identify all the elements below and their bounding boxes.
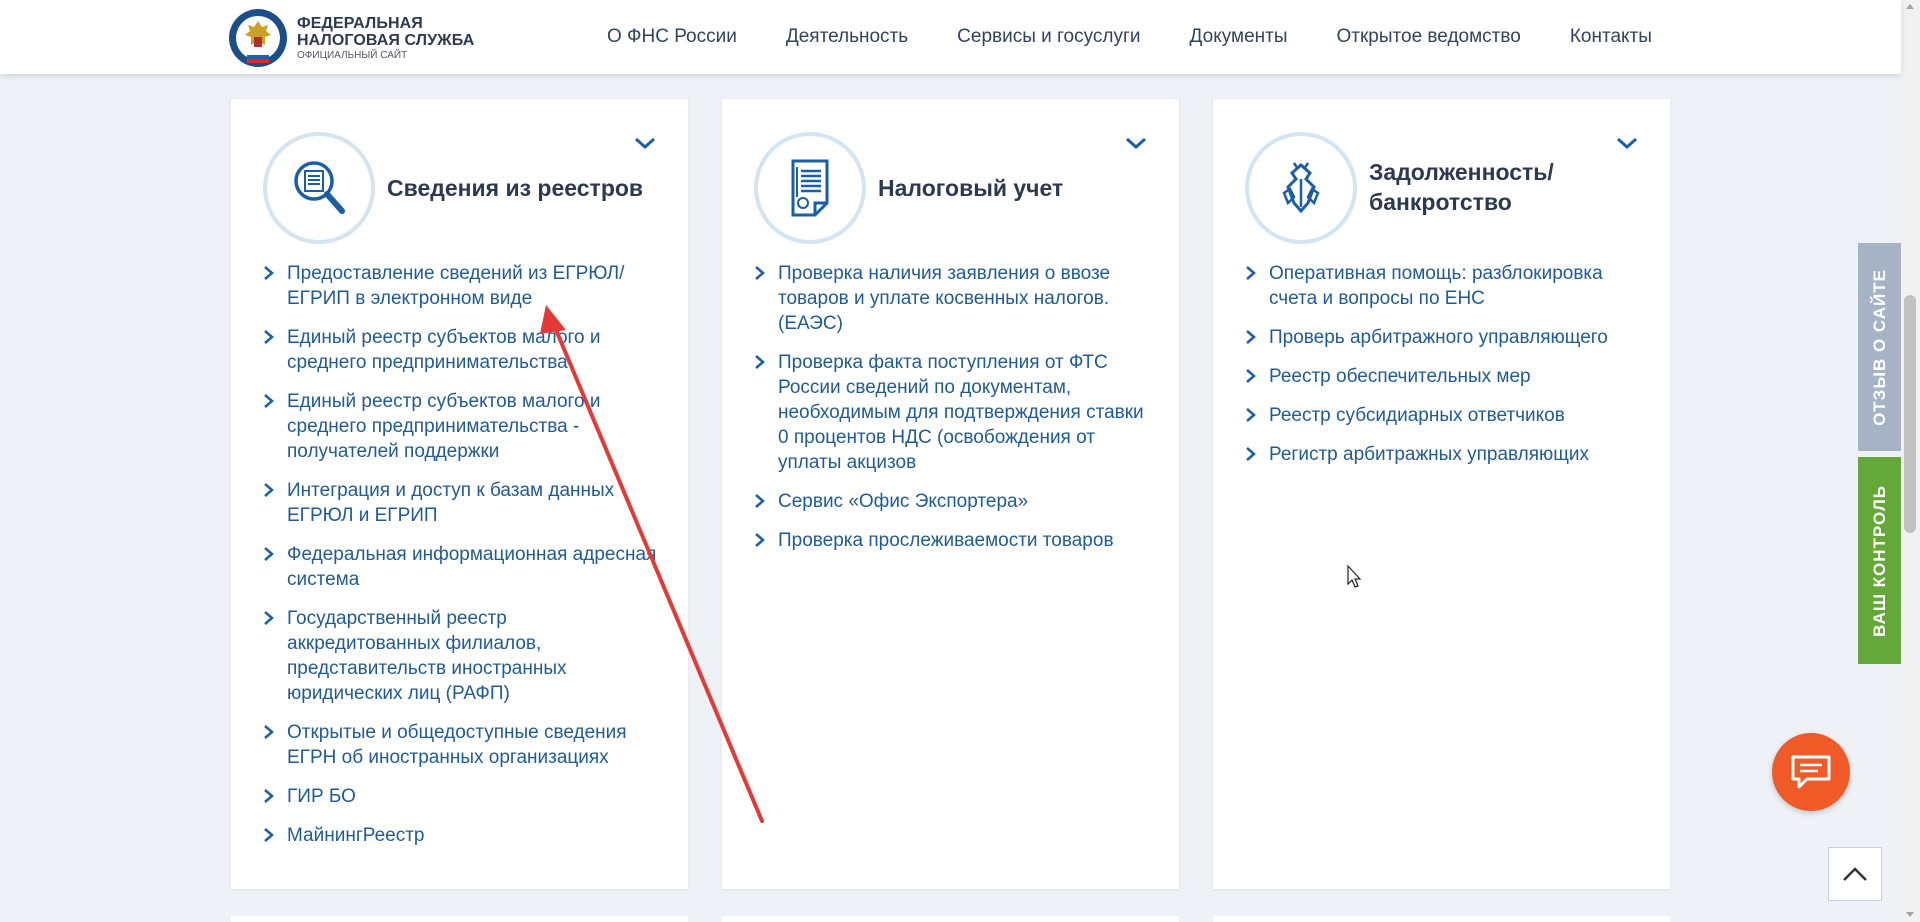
chevron-right-icon <box>1246 447 1256 461</box>
next-card-edge <box>1213 916 1670 922</box>
chevron-right-icon <box>264 266 274 280</box>
chevron-right-icon <box>264 483 274 497</box>
chevron-right-icon <box>755 266 765 280</box>
site-feedback-tab[interactable]: ОТЗЫВ О САЙТЕ <box>1858 243 1901 451</box>
logo-line-1: ФЕДЕРАЛЬНАЯ <box>297 15 423 32</box>
registry-search-icon <box>263 132 375 244</box>
link-rafp[interactable]: Государственный реестр аккредитованных ф… <box>263 606 663 706</box>
chevron-right-icon <box>755 355 765 369</box>
card-registry-info: Сведения из реестров Предоставление свед… <box>231 99 688 889</box>
link-mining-registry[interactable]: МайнингРеестр <box>263 823 663 848</box>
scrollbar-thumb[interactable] <box>1904 295 1916 533</box>
link-account-unblock[interactable]: Оперативная помощь: разблокировка счета … <box>1245 261 1645 311</box>
link-msp-registry[interactable]: Единый реестр субъектов малого и среднег… <box>263 325 663 375</box>
main-nav: О ФНС России Деятельность Сервисы и госу… <box>607 0 1652 74</box>
chevron-right-icon <box>264 394 274 408</box>
card-links: Проверка наличия заявления о ввозе товар… <box>754 261 1154 567</box>
card-title-line-1: Задолженность/ <box>1369 159 1554 185</box>
chevron-right-icon <box>264 789 274 803</box>
link-check-arbitration-manager[interactable]: Проверь арбитражного управляющего <box>1245 325 1645 350</box>
scroll-to-top-button[interactable] <box>1828 847 1882 901</box>
chevron-right-icon <box>264 330 274 344</box>
logo-subtitle: ОФИЦИАЛЬНЫЙ САЙТ <box>297 50 408 61</box>
nav-services[interactable]: Сервисы и госуслуги <box>957 26 1140 48</box>
chevron-right-icon <box>1246 266 1256 280</box>
link-gir-bo[interactable]: ГИР БО <box>263 784 663 809</box>
next-card-edge <box>231 916 688 922</box>
chevron-right-icon <box>264 828 274 842</box>
card-debt-bankruptcy: Задолженность/ банкротство Оперативная п… <box>1213 99 1670 889</box>
site-header: ФЕДЕРАЛЬНАЯ НАЛОГОВАЯ СЛУЖБА ОФИЦИАЛЬНЫЙ… <box>0 0 1901 74</box>
your-control-tab[interactable]: ВАШ КОНТРОЛЬ <box>1858 457 1901 664</box>
link-eaes-check[interactable]: Проверка наличия заявления о ввозе товар… <box>754 261 1154 336</box>
chevron-down-icon[interactable] <box>1124 131 1148 155</box>
debt-bankruptcy-icon <box>1245 132 1357 244</box>
chat-icon <box>1791 755 1831 789</box>
nav-documents[interactable]: Документы <box>1190 26 1288 48</box>
your-control-label: ВАШ КОНТРОЛЬ <box>1869 484 1889 637</box>
link-arbitration-managers-register[interactable]: Регистр арбитражных управляющих <box>1245 442 1645 467</box>
nav-activity[interactable]: Деятельность <box>786 26 908 48</box>
card-title: Налоговый учет <box>878 175 1064 201</box>
chevron-right-icon <box>1246 330 1256 344</box>
scroll-up-arrow-icon[interactable] <box>1906 4 1914 9</box>
link-fts-vat-zero[interactable]: Проверка факта поступления от ФТС России… <box>754 350 1154 475</box>
card-links: Предоставление сведений из ЕГРЮЛ/ЕГРИП в… <box>263 261 663 862</box>
card-title-line-2: банкротство <box>1369 189 1512 215</box>
link-goods-traceability[interactable]: Проверка прослеживаемости товаров <box>754 528 1154 553</box>
chevron-right-icon <box>1246 408 1256 422</box>
chevron-down-icon[interactable] <box>1615 131 1639 155</box>
link-fias[interactable]: Федеральная информационная адресная сист… <box>263 542 663 592</box>
link-egrul-egrip-electronic[interactable]: Предоставление сведений из ЕГРЮЛ/ЕГРИП в… <box>263 261 663 311</box>
fns-logo[interactable]: ФЕДЕРАЛЬНАЯ НАЛОГОВАЯ СЛУЖБА ОФИЦИАЛЬНЫЙ… <box>227 7 474 69</box>
link-integration-access[interactable]: Интеграция и доступ к базам данных ЕГРЮЛ… <box>263 478 663 528</box>
tax-document-icon <box>754 132 866 244</box>
link-interim-measures-registry[interactable]: Реестр обеспечительных мер <box>1245 364 1645 389</box>
next-card-edge <box>722 916 1179 922</box>
link-exporter-office[interactable]: Сервис «Офис Экспортера» <box>754 489 1154 514</box>
site-feedback-label: ОТЗЫВ О САЙТЕ <box>1869 268 1889 426</box>
link-msp-support-registry[interactable]: Единый реестр субъектов малого и среднег… <box>263 389 663 464</box>
link-subsidiary-defendants[interactable]: Реестр субсидиарных ответчиков <box>1245 403 1645 428</box>
card-tax-accounting: Налоговый учет Проверка наличия заявлени… <box>722 99 1179 889</box>
chat-button[interactable] <box>1772 733 1850 811</box>
link-egrn-foreign[interactable]: Открытые и общедоступные сведения ЕГРН о… <box>263 720 663 770</box>
logo-line-2: НАЛОГОВАЯ СЛУЖБА <box>297 32 475 49</box>
chevron-right-icon <box>264 725 274 739</box>
fns-emblem-icon <box>229 9 287 67</box>
nav-open-agency[interactable]: Открытое ведомство <box>1337 26 1521 48</box>
chevron-right-icon <box>755 494 765 508</box>
chevron-up-icon <box>1843 867 1867 881</box>
chevron-right-icon <box>264 547 274 561</box>
chevron-down-icon[interactable] <box>633 131 657 155</box>
nav-about-fns[interactable]: О ФНС России <box>607 26 737 48</box>
chevron-right-icon <box>264 611 274 625</box>
card-title: Сведения из реестров <box>387 175 644 201</box>
scroll-down-arrow-icon[interactable] <box>1906 912 1914 917</box>
nav-contacts[interactable]: Контакты <box>1570 26 1652 48</box>
chevron-right-icon <box>1246 369 1256 383</box>
card-title: Задолженность/ банкротство <box>1369 157 1554 217</box>
chevron-right-icon <box>755 533 765 547</box>
card-links: Оперативная помощь: разблокировка счета … <box>1245 261 1645 481</box>
